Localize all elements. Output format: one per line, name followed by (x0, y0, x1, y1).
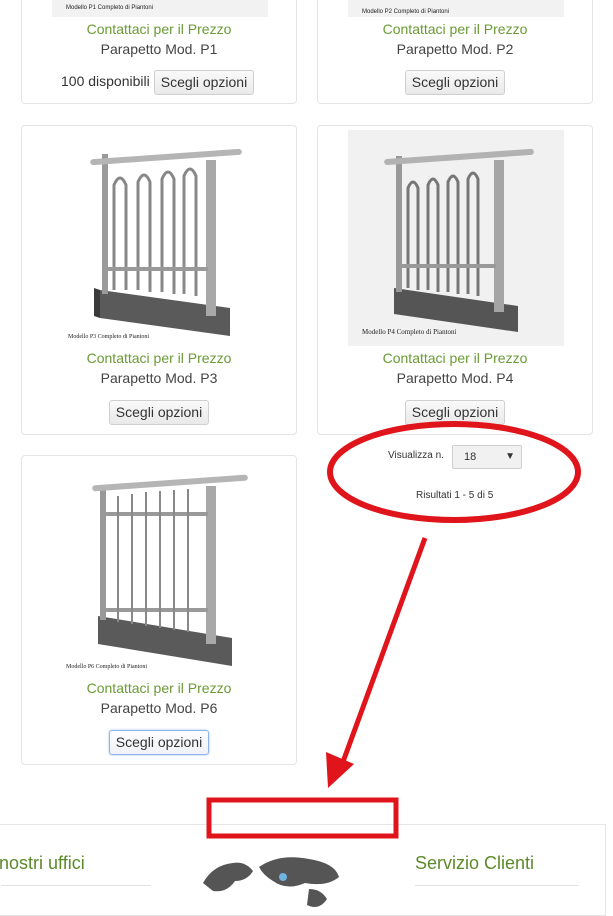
choose-options-button[interactable]: Scegli opzioni (405, 70, 505, 95)
product-image-p1[interactable]: Modello P1 Completo di Piantoni (52, 0, 268, 17)
stock-status: 100 disponibili (61, 73, 150, 89)
product-title[interactable]: Parapetto Mod. P2 (318, 41, 592, 57)
product-card-p3: Modello P3 Completo di Piantoni Contatta… (21, 125, 297, 435)
price-link[interactable]: Contattaci per il Prezzo (22, 350, 296, 366)
annotation-ellipse (327, 421, 581, 523)
annotation-arrowhead (326, 752, 354, 788)
divider (415, 885, 579, 886)
divider (1, 885, 151, 886)
customer-service-heading: Servizio Clienti (415, 853, 535, 873)
product-image-caption: Modello P6 Completo di Piantoni (66, 664, 147, 670)
railing-image-p6: Modello P6 Completo di Piantoni (66, 474, 248, 670)
choose-options-button[interactable]: Scegli opzioni (109, 730, 209, 755)
product-title[interactable]: Parapetto Mod. P6 (22, 700, 296, 716)
product-image-p2[interactable]: Modello P2 Completo di Piantoni (348, 0, 564, 17)
product-image-caption: Modello P1 Completo di Piantoni (66, 5, 154, 11)
product-title[interactable]: Parapetto Mod. P1 (22, 41, 296, 57)
per-page-select[interactable]: 18 ▼ (452, 445, 522, 469)
product-card-p6: Modello P6 Completo di Piantoni Contatta… (21, 455, 297, 765)
product-card-p2: Modello P2 Completo di Piantoni Contatta… (317, 0, 593, 104)
price-link[interactable]: Contattaci per il Prezzo (22, 680, 296, 696)
choose-options-button[interactable]: Scegli opzioni (109, 400, 209, 425)
railing-image-p3: Modello P3 Completo di Piantoni (68, 148, 242, 340)
product-image-caption: Modello P3 Completo di Piantoni (68, 334, 149, 340)
price-link[interactable]: Contattaci per il Prezzo (318, 21, 592, 37)
railing-image-p4: Modello P4 Completo di Piantoni (362, 148, 534, 336)
per-page-label: Visualizza n. (388, 450, 444, 461)
offices-heading: nostri uffici (0, 853, 85, 873)
product-image-p4[interactable]: Modello P4 Completo di Piantoni (348, 130, 564, 346)
footer: nostri uffici Servizio Clienti (0, 824, 606, 916)
price-link[interactable]: Contattaci per il Prezzo (22, 21, 296, 37)
choose-options-button[interactable]: Scegli opzioni (405, 400, 505, 425)
choose-options-button[interactable]: Scegli opzioni (154, 70, 254, 95)
product-image-caption: Modello P2 Completo di Piantoni (362, 9, 450, 15)
product-image-caption: Modello P4 Completo di Piantoni (362, 328, 457, 336)
product-image-p3[interactable]: Modello P3 Completo di Piantoni (60, 130, 276, 346)
product-title[interactable]: Parapetto Mod. P3 (22, 370, 296, 386)
per-page-value: 18 (464, 451, 477, 463)
product-image-p6[interactable]: Modello P6 Completo di Piantoni (60, 460, 276, 676)
results-count: Risultati 1 - 5 di 5 (416, 490, 494, 501)
world-map-icon (203, 857, 339, 907)
price-link[interactable]: Contattaci per il Prezzo (318, 350, 592, 366)
chevron-down-icon: ▼ (505, 451, 515, 462)
product-card-p1: Modello P1 Completo di Piantoni Contatta… (21, 0, 297, 104)
annotation-arrow-line (337, 537, 428, 771)
product-card-p4: Modello P4 Completo di Piantoni Contatta… (317, 125, 593, 435)
product-title[interactable]: Parapetto Mod. P4 (318, 370, 592, 386)
